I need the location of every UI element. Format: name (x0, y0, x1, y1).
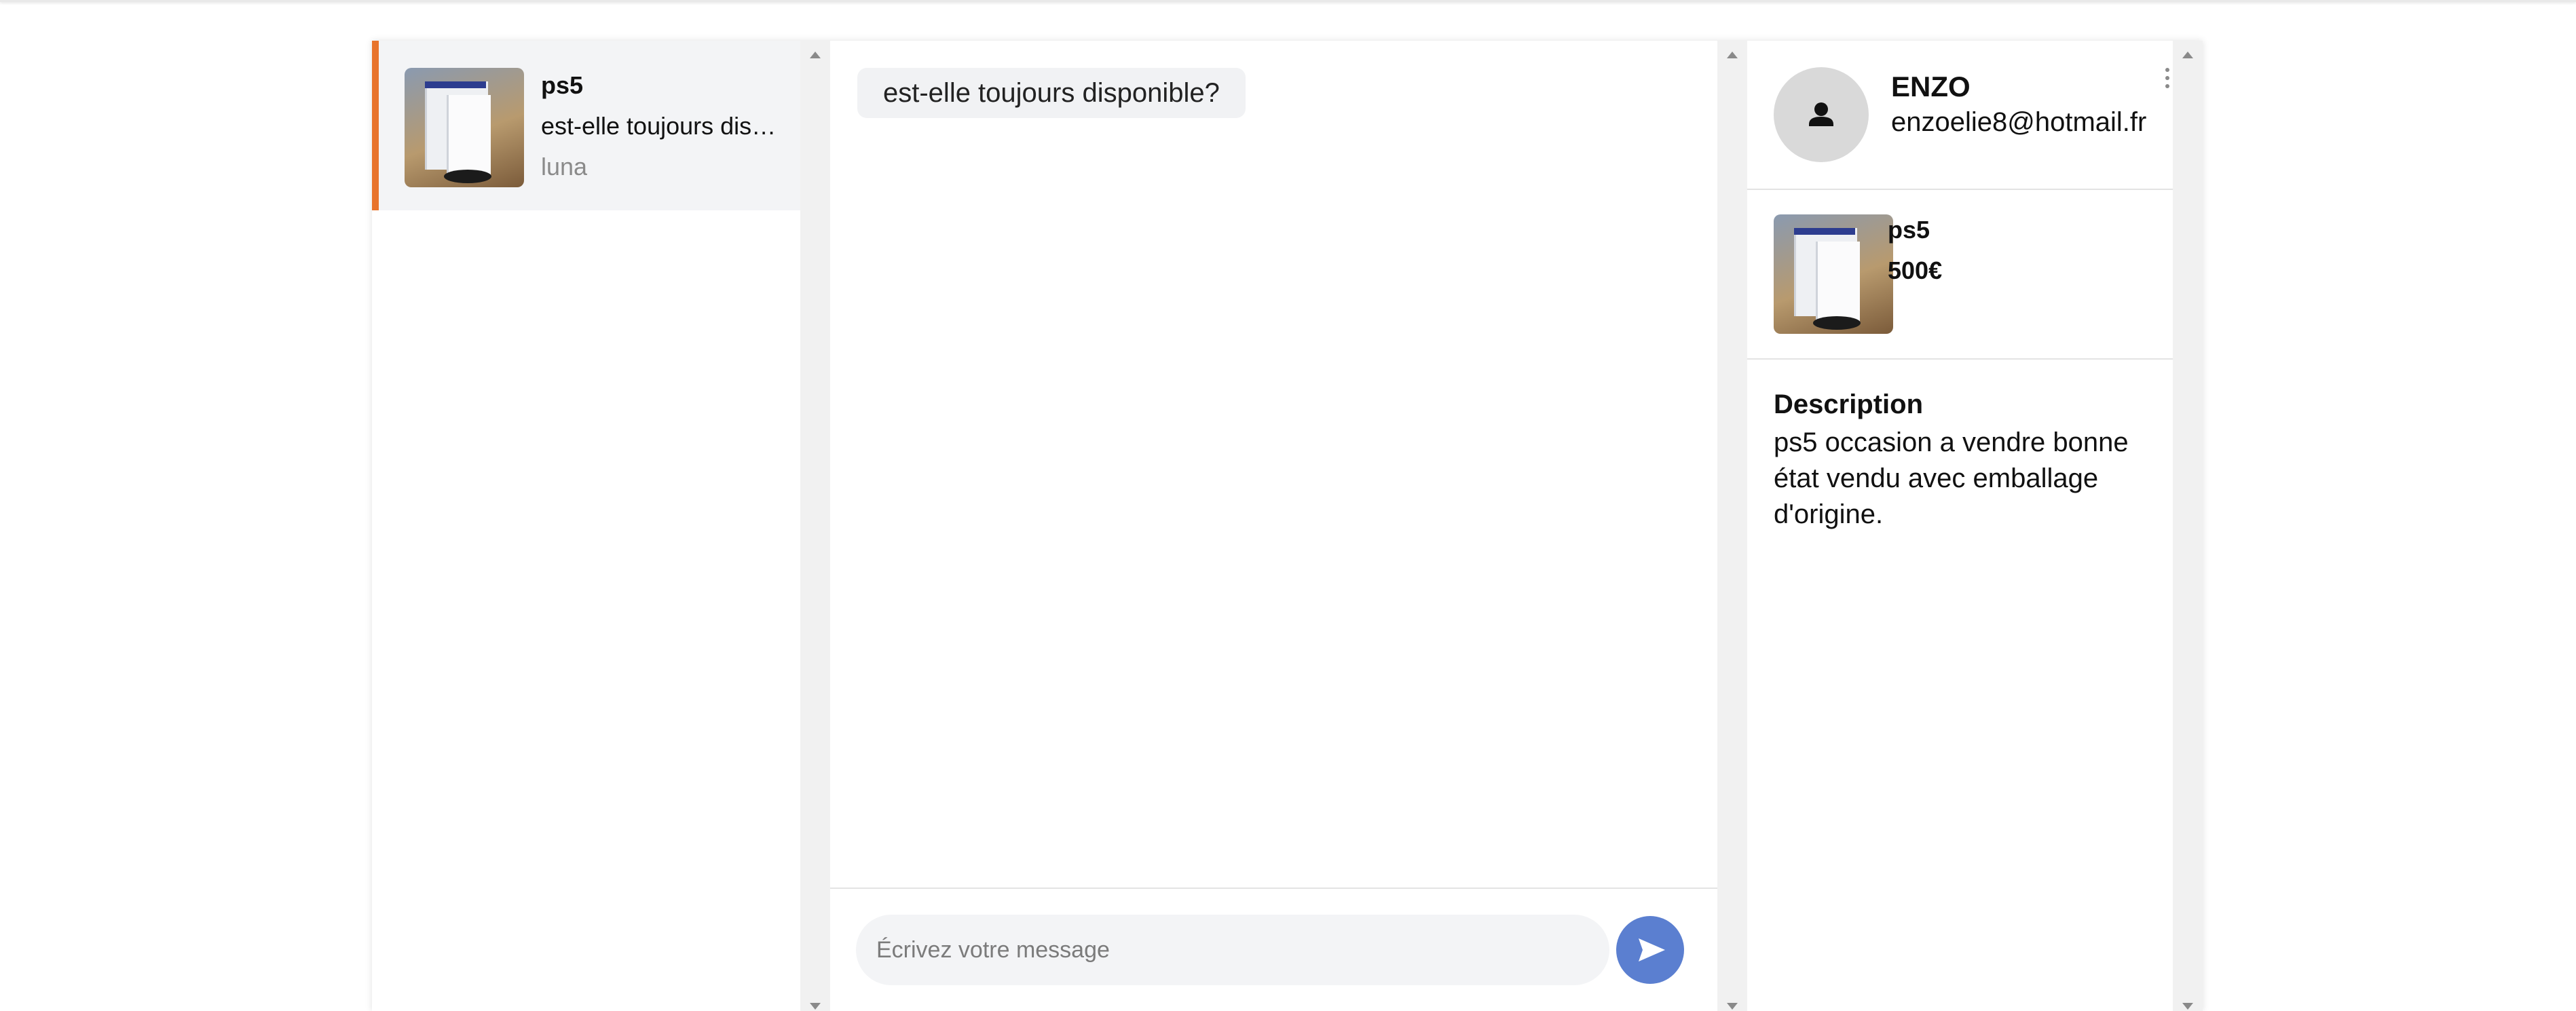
scroll-down-arrow-icon[interactable] (2182, 1003, 2193, 1010)
scroll-down-arrow-icon[interactable] (810, 1003, 821, 1010)
chat-panel: est-elle toujours disponible? (830, 41, 1717, 1011)
product-thumbnail (1774, 214, 1893, 334)
composer-divider (830, 888, 1717, 889)
messaging-app: ps5 est-elle toujours disponible? luna e… (372, 41, 2203, 1011)
chat-scrollbar[interactable] (1717, 41, 1747, 1011)
avatar (1774, 67, 1869, 162)
description-heading: Description (1774, 389, 1924, 419)
seller-email: enzoelie8@hotmail.fr (1891, 107, 2147, 137)
scroll-down-arrow-icon[interactable] (1727, 1003, 1738, 1010)
send-icon (1639, 938, 1665, 961)
details-panel: ENZO enzoelie8@hotmail.fr ps5 500€ Descr… (1747, 41, 2173, 1011)
seller-name: ENZO (1891, 71, 1971, 102)
active-indicator (372, 41, 379, 210)
conversation-username: luna (541, 153, 588, 180)
send-button[interactable] (1616, 916, 1684, 984)
conversation-list-scrollbar[interactable] (800, 41, 830, 1011)
scroll-up-arrow-icon[interactable] (2182, 52, 2193, 58)
scroll-up-arrow-icon[interactable] (810, 52, 821, 58)
section-divider (1747, 189, 2173, 190)
more-vertical-icon[interactable] (2163, 68, 2172, 95)
product-thumbnail (405, 68, 524, 187)
details-scrollbar[interactable] (2173, 41, 2203, 1011)
section-divider (1747, 358, 2173, 360)
product-description: ps5 occasion a vendre bonne état vendu a… (1774, 427, 2129, 529)
conversation-list: ps5 est-elle toujours disponible? luna (372, 41, 800, 1011)
scroll-up-arrow-icon[interactable] (1727, 52, 1738, 58)
message-bubble: est-elle toujours disponible? (857, 68, 1246, 118)
conversation-last-message: est-elle toujours disponible? (541, 112, 782, 140)
message-input[interactable] (856, 915, 1609, 985)
user-icon (1809, 102, 1833, 126)
conversation-item[interactable]: ps5 est-elle toujours disponible? luna (372, 41, 800, 210)
product-price: 500€ (1888, 256, 1943, 284)
browser-top-edge (0, 0, 2576, 2)
product-title: ps5 (1888, 216, 1930, 244)
conversation-title: ps5 (541, 71, 584, 99)
